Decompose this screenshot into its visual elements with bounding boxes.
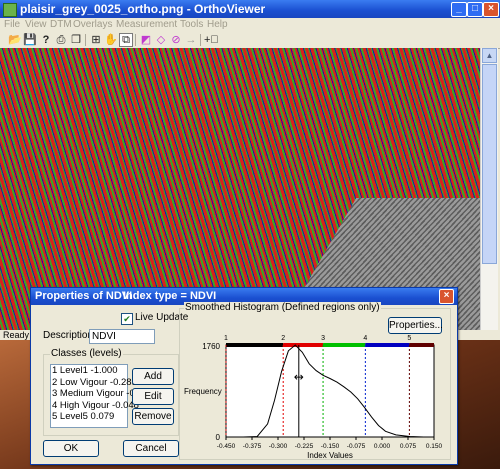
dialog-close-button[interactable]: × <box>439 289 454 304</box>
class-marker-label: 3 <box>321 335 325 342</box>
toolbar: 📂 💾 ? ⎙ ❐ ⊞ ✋ ⧉ ◩ ◇ ⊘ → +⃦ <box>0 32 500 49</box>
help-icon[interactable]: ? <box>39 33 53 47</box>
print-icon[interactable]: ⎙ <box>54 33 68 47</box>
class-band <box>365 343 410 347</box>
toolbar-separator <box>85 34 86 46</box>
x-axis-label: Index Values <box>307 451 353 459</box>
x-tick-label: -0.225 <box>295 443 314 450</box>
edit-button[interactable]: Edit <box>132 388 174 405</box>
toolbar-separator <box>135 34 136 46</box>
ok-button[interactable]: OK <box>43 440 99 457</box>
menu-bar: File View DTM Overlays Measurement Tools… <box>0 18 500 32</box>
live-update-checkbox[interactable]: ✔ <box>121 313 133 325</box>
list-item[interactable]: 5 Level5 0.079 <box>51 411 127 423</box>
classes-list[interactable]: 1 Level1 -1.000 2 Low Vigour -0.285 3 Me… <box>50 364 148 428</box>
menu-tools[interactable]: Tools <box>180 19 203 30</box>
class-band <box>409 343 434 347</box>
add-button[interactable]: Add <box>132 368 174 385</box>
title-bar: plaisir_grey_0025_ortho.png - OrthoViewe… <box>0 0 500 18</box>
y-min-label: 0 <box>216 433 221 442</box>
cancel-button[interactable]: Cancel <box>123 440 179 457</box>
menu-view[interactable]: View <box>25 19 47 30</box>
no-pen-icon[interactable]: ⊘ <box>169 33 183 47</box>
class-band <box>226 343 284 347</box>
ndvi-properties-dialog: Properties of NDVI Index type = NDVI × ✔… <box>30 287 458 465</box>
x-tick-label: -0.075 <box>347 443 366 450</box>
open-icon[interactable]: 📂 <box>8 33 22 47</box>
menu-measurement[interactable]: Measurement <box>116 19 177 30</box>
zoom-icon[interactable]: ⧉ <box>119 33 133 47</box>
menu-help[interactable]: Help <box>207 19 228 30</box>
pan-hand-icon[interactable]: ✋ <box>104 33 118 47</box>
app-icon <box>3 3 17 17</box>
x-tick-label: -0.300 <box>269 443 288 450</box>
status-text: Ready <box>3 330 30 340</box>
maximize-button[interactable]: □ <box>467 2 483 17</box>
y-axis-label: Frequency <box>184 387 222 396</box>
diamond-icon[interactable]: ◇ <box>154 33 168 47</box>
index-type-label: Index type = NDVI <box>123 290 217 302</box>
scroll-up-icon[interactable]: ▲ <box>482 48 497 63</box>
x-tick-label: -0.150 <box>321 443 340 450</box>
list-item[interactable]: 2 Low Vigour -0.285 <box>51 377 137 389</box>
class-marker-label: 1 <box>224 335 228 342</box>
minimize-button[interactable]: _ <box>451 2 467 17</box>
remove-button[interactable]: Remove <box>132 408 174 425</box>
x-tick-label: 0.000 <box>374 443 391 450</box>
color-palette-icon[interactable]: ◩ <box>139 33 153 47</box>
histogram-legend: Smoothed Histogram (Defined regions only… <box>184 302 381 313</box>
x-tick-label: -0.375 <box>243 443 262 450</box>
histogram-chart: 1 2 3 4 5 ↔ 1760 0 Frequency -0.450 -0.375 -0.300 -0… <box>184 335 443 459</box>
save-icon[interactable]: 💾 <box>23 33 37 47</box>
classes-legend: Classes (levels) <box>50 348 123 359</box>
scroll-thumb[interactable] <box>482 64 497 264</box>
copy-icon[interactable]: ❐ <box>69 33 83 47</box>
menu-file[interactable]: File <box>4 19 20 30</box>
description-input[interactable]: NDVI <box>89 329 155 344</box>
x-tick-label: 0.150 <box>426 443 443 450</box>
vertical-scrollbar[interactable]: ▲ <box>480 48 498 330</box>
window-title: plaisir_grey_0025_ortho.png - OrthoViewe… <box>20 2 266 16</box>
toolbar-separator <box>200 34 201 46</box>
classes-group: Classes (levels) 1 Level1 -1.000 2 Low V… <box>43 348 179 436</box>
x-tick-label: -0.450 <box>217 443 236 450</box>
class-marker-label: 4 <box>363 335 367 342</box>
x-tick-label: 0.075 <box>400 443 417 450</box>
arrow-icon[interactable]: → <box>184 33 198 47</box>
list-item[interactable]: 4 High Vigour -0.048 <box>51 400 139 412</box>
class-band <box>323 343 366 347</box>
menu-dtm[interactable]: DTM <box>50 19 72 30</box>
resize-cursor-icon: ↔ <box>294 370 304 384</box>
class-band <box>283 343 324 347</box>
dialog-title: Properties of NDVI <box>35 290 133 302</box>
histogram-group: Smoothed Histogram (Defined regions only… <box>179 302 451 460</box>
list-item[interactable]: 3 Medium Vigour -0.17 <box>51 388 148 400</box>
y-max-label: 1760 <box>202 342 220 351</box>
list-item[interactable]: 1 Level1 -1.000 <box>51 365 127 377</box>
class-marker-label: 5 <box>407 335 411 342</box>
fit-icon[interactable]: +⃦ <box>204 33 219 47</box>
class-marker-label: 2 <box>281 335 285 342</box>
description-label: Description: <box>43 330 96 341</box>
grid-icon[interactable]: ⊞ <box>89 33 103 47</box>
menu-overlays[interactable]: Overlays <box>73 19 112 30</box>
close-button[interactable]: × <box>483 2 499 17</box>
plot-area <box>225 344 435 438</box>
